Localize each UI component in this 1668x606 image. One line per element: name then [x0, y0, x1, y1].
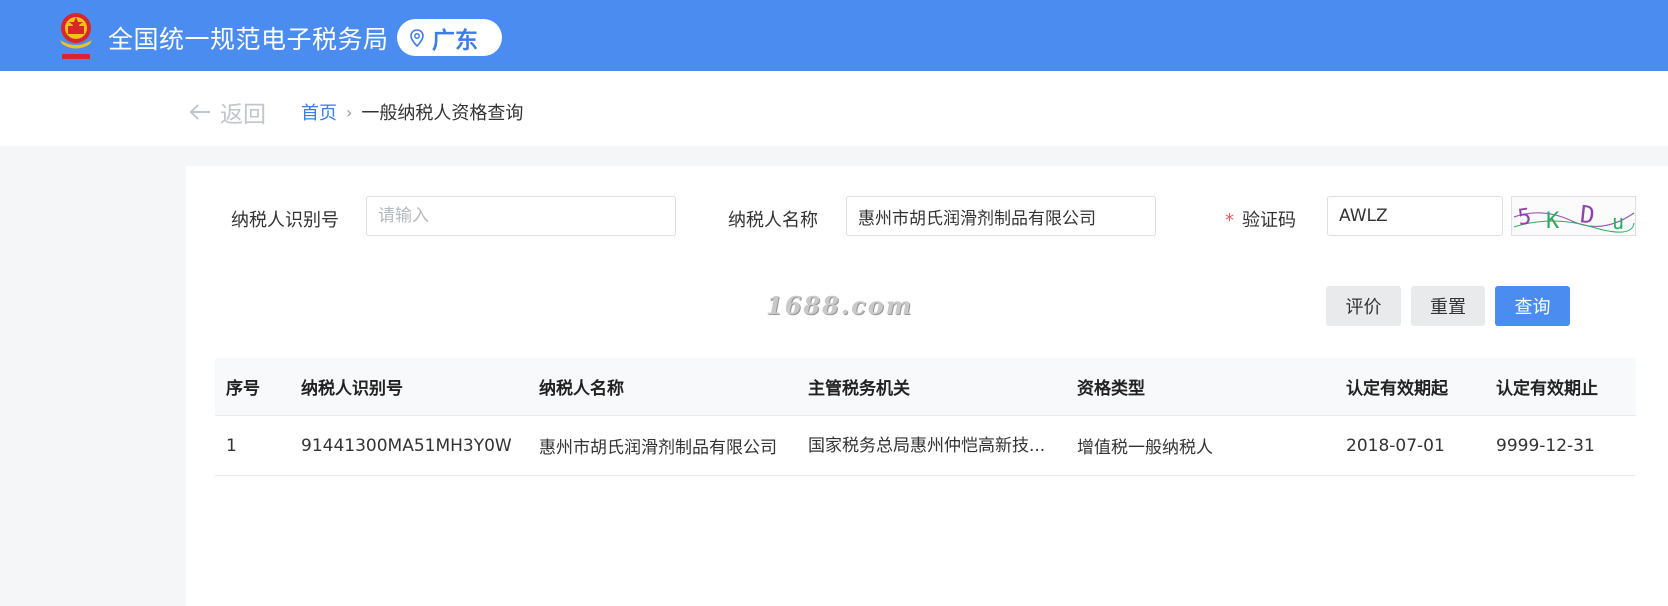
required-mark: * — [1225, 210, 1234, 231]
region-selector[interactable]: 广东 — [397, 19, 502, 56]
captcha-label-text: 验证码 — [1242, 210, 1296, 231]
svg-text:5: 5 — [1516, 204, 1533, 231]
evaluate-button[interactable]: 评价 — [1326, 286, 1401, 326]
table-cell: 增值税一般纳税人 — [1077, 438, 1213, 458]
breadcrumb-bar: 返回 首页 › 一般纳税人资格查询 — [0, 71, 1668, 146]
back-button[interactable]: 返回 — [188, 95, 266, 129]
column-header: 纳税人识别号 — [301, 379, 403, 399]
breadcrumb: 首页 › 一般纳税人资格查询 — [301, 99, 523, 125]
table-cell: 9999-12-31 — [1496, 435, 1595, 456]
watermark: 1688.com — [766, 291, 914, 320]
breadcrumb-current: 一般纳税人资格查询 — [361, 103, 524, 124]
back-label: 返回 — [220, 102, 266, 128]
national-emblem-icon — [60, 13, 92, 59]
arrow-left-icon — [189, 104, 210, 120]
table-cell: 1 — [226, 435, 237, 456]
table-cell: 惠州市胡氏润滑剂制品有限公司 — [539, 438, 777, 458]
table-header: 序号 纳税人识别号 纳税人名称 主管税务机关 资格类型 认定有效期起 认定有效期… — [215, 358, 1636, 416]
svg-text:u: u — [1612, 210, 1624, 234]
column-header: 主管税务机关 — [808, 379, 910, 399]
reset-button[interactable]: 重置 — [1411, 286, 1485, 326]
top-header: 全国统一规范电子税务局 广东 — [0, 0, 1668, 71]
column-header: 认定有效期起 — [1346, 379, 1448, 399]
taxpayer-name-label: 纳税人名称 — [728, 210, 818, 231]
captcha-image[interactable]: 5 K D u — [1511, 196, 1636, 236]
svg-text:K: K — [1546, 209, 1560, 234]
table-row[interactable]: 1 91441300MA51MH3Y0W 惠州市胡氏润滑剂制品有限公司 国家税务… — [215, 416, 1636, 476]
captcha-input[interactable] — [1327, 196, 1503, 236]
query-panel: 纳税人识别号 纳税人名称 * 验证码 5 K D u 1688.com 评价 重置… — [186, 166, 1668, 606]
region-label: 广东 — [432, 27, 478, 54]
table-cell: 91441300MA51MH3Y0W — [301, 435, 512, 456]
svg-text:D: D — [1579, 200, 1596, 229]
query-button[interactable]: 查询 — [1495, 286, 1570, 326]
column-header: 认定有效期止 — [1496, 379, 1598, 399]
breadcrumb-home-link[interactable]: 首页 — [301, 99, 337, 125]
taxpayer-name-input[interactable] — [846, 196, 1156, 236]
captcha-graphic: 5 K D u — [1513, 200, 1635, 234]
column-header: 纳税人名称 — [539, 379, 624, 399]
column-header: 资格类型 — [1077, 379, 1145, 399]
taxpayer-id-label: 纳税人识别号 — [231, 210, 339, 231]
column-header: 序号 — [226, 379, 260, 399]
breadcrumb-separator: › — [346, 102, 353, 122]
taxpayer-id-input[interactable] — [366, 196, 676, 236]
location-pin-icon — [410, 28, 424, 47]
table-cell: 国家税务总局惠州仲恺高新技... — [808, 436, 1046, 456]
app-title: 全国统一规范电子税务局 — [108, 25, 389, 54]
captcha-label: * 验证码 — [1225, 206, 1296, 232]
result-table: 序号 纳税人识别号 纳税人名称 主管税务机关 资格类型 认定有效期起 认定有效期… — [215, 358, 1636, 476]
table-cell: 2018-07-01 — [1346, 435, 1445, 456]
